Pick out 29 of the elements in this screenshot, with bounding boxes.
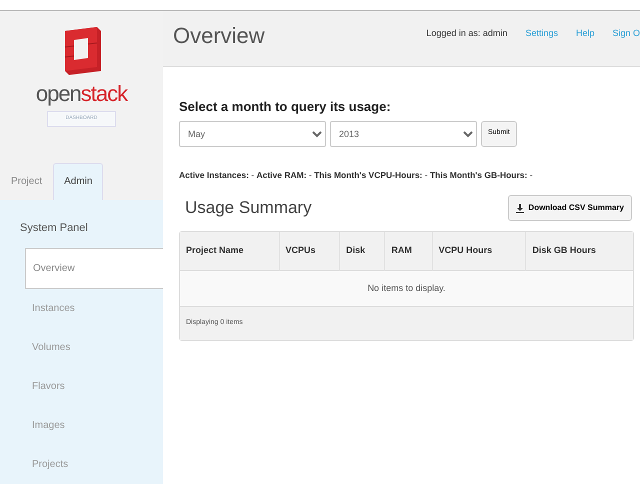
column-header: VCPU Hours <box>432 232 526 271</box>
sidebar-item[interactable]: Overview <box>25 248 163 289</box>
logged-in-label: Logged in as: admin <box>426 27 508 40</box>
empty-message: No items to display. <box>180 270 633 308</box>
download-icon <box>516 204 524 213</box>
header-link[interactable]: Help <box>576 27 594 40</box>
usage-stats: Active Instances: - Active RAM: - This Month's VCPU-Hours: - This Month's GB-Hours: - <box>179 168 534 182</box>
sidebar-item[interactable]: Projects <box>0 445 163 484</box>
year-select[interactable]: 2013 <box>330 120 477 146</box>
sidebar-item[interactable]: Volumes <box>0 328 163 367</box>
column-header: Project Name <box>180 232 280 271</box>
sidebar-item[interactable]: Instances <box>0 289 163 328</box>
header-link[interactable]: Sign O <box>612 27 640 40</box>
download-button[interactable]: Download CSV Summary <box>508 195 632 222</box>
sidebar-item[interactable]: Images <box>0 406 163 445</box>
month-select[interactable]: May <box>179 120 326 146</box>
sidebar-item[interactable]: Flavors <box>0 367 163 406</box>
sidebar-tab[interactable]: Project <box>0 162 54 200</box>
page-title: Overview <box>173 25 265 47</box>
column-header: Disk <box>340 232 386 271</box>
column-header: VCPUs <box>280 232 340 271</box>
panel-title: System Panel <box>19 220 89 236</box>
logo-wordmark: openstack <box>36 83 128 105</box>
column-header: RAM <box>385 232 433 271</box>
section-title: Usage Summary <box>185 198 312 218</box>
header-link[interactable]: Settings <box>525 27 558 40</box>
query-heading: Select a month to query its usage: <box>179 98 392 116</box>
column-header: Disk GB Hours <box>526 232 633 271</box>
sidebar-tab[interactable]: Admin <box>53 162 104 200</box>
